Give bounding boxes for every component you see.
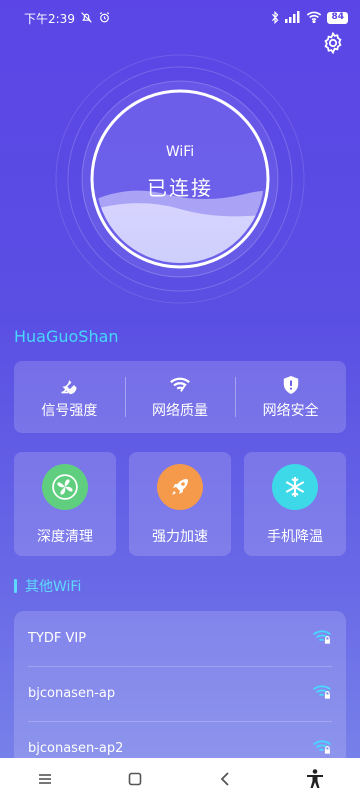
network-name: HuaGuoShan (14, 327, 119, 346)
silent-mode-icon (80, 11, 93, 26)
gear-icon (324, 31, 342, 55)
menu-icon (39, 774, 51, 784)
network-quality-button[interactable]: 网络质量 (124, 361, 236, 433)
locked-wifi-icon (312, 629, 332, 649)
wifi-list-item[interactable]: TYDF VIP (14, 611, 346, 666)
other-wifi-list: TYDF VIP bjconasen-ap bjconasen-ap2 (14, 611, 346, 771)
accessibility-button[interactable] (295, 759, 335, 799)
rocket-icon (157, 464, 203, 510)
connection-status: 已连接 (147, 176, 213, 200)
status-time: 下午2:39 (24, 11, 75, 26)
other-wifi-heading: 其他WiFi (14, 576, 81, 596)
tool-label: 手机降温 (267, 529, 323, 545)
alarm-icon (98, 11, 111, 26)
satellite-dish-icon (59, 374, 79, 396)
tools-row: 深度清理 强力加速 手机降温 (14, 452, 346, 556)
menu-button[interactable] (25, 759, 65, 799)
connection-gauge[interactable]: WiFi 已连接 (55, 54, 305, 304)
wifi-label: WiFi (165, 144, 195, 160)
back-button[interactable] (205, 759, 245, 799)
deep-clean-button[interactable]: 深度清理 (14, 452, 116, 556)
tool-label: 深度清理 (37, 529, 93, 545)
bluetooth-icon (270, 10, 280, 26)
phone-cooling-button[interactable]: 手机降温 (244, 452, 346, 556)
locked-wifi-icon (312, 739, 332, 759)
metric-label: 信号强度 (41, 403, 98, 419)
status-bar: 下午2:39 84 (0, 0, 360, 36)
fan-icon (42, 464, 88, 510)
wifi-name: bjconasen-ap (28, 686, 116, 701)
shield-icon (282, 374, 300, 396)
heading-accent-bar (14, 579, 17, 593)
back-chevron-icon (220, 772, 229, 786)
metric-label: 网络质量 (152, 403, 208, 419)
system-navigation-bar (0, 758, 360, 800)
locked-wifi-icon (312, 684, 332, 704)
battery-icon: 84 (327, 12, 348, 24)
signal-strength-button[interactable]: 信号强度 (14, 361, 125, 433)
speed-boost-button[interactable]: 强力加速 (129, 452, 231, 556)
status-left: 下午2:39 (24, 10, 111, 27)
tool-label: 强力加速 (152, 529, 208, 545)
home-square-icon (128, 772, 142, 786)
wifi-name: bjconasen-ap2 (28, 741, 124, 756)
snowflake-icon (272, 464, 318, 510)
wifi-quality-icon (169, 374, 191, 396)
status-right: 84 (270, 10, 348, 26)
wifi-icon (306, 11, 322, 25)
accessibility-icon (307, 769, 323, 788)
metric-label: 网络安全 (262, 403, 319, 419)
network-security-button[interactable]: 网络安全 (235, 361, 346, 433)
network-metrics-card: 信号强度 网络质量 网络安全 (14, 361, 346, 433)
signal-icon (285, 11, 301, 25)
settings-button[interactable] (318, 28, 348, 58)
wifi-list-item[interactable]: bjconasen-ap (14, 666, 346, 721)
other-wifi-title: 其他WiFi (25, 579, 82, 595)
home-button[interactable] (115, 759, 155, 799)
wifi-name: TYDF VIP (28, 631, 87, 646)
